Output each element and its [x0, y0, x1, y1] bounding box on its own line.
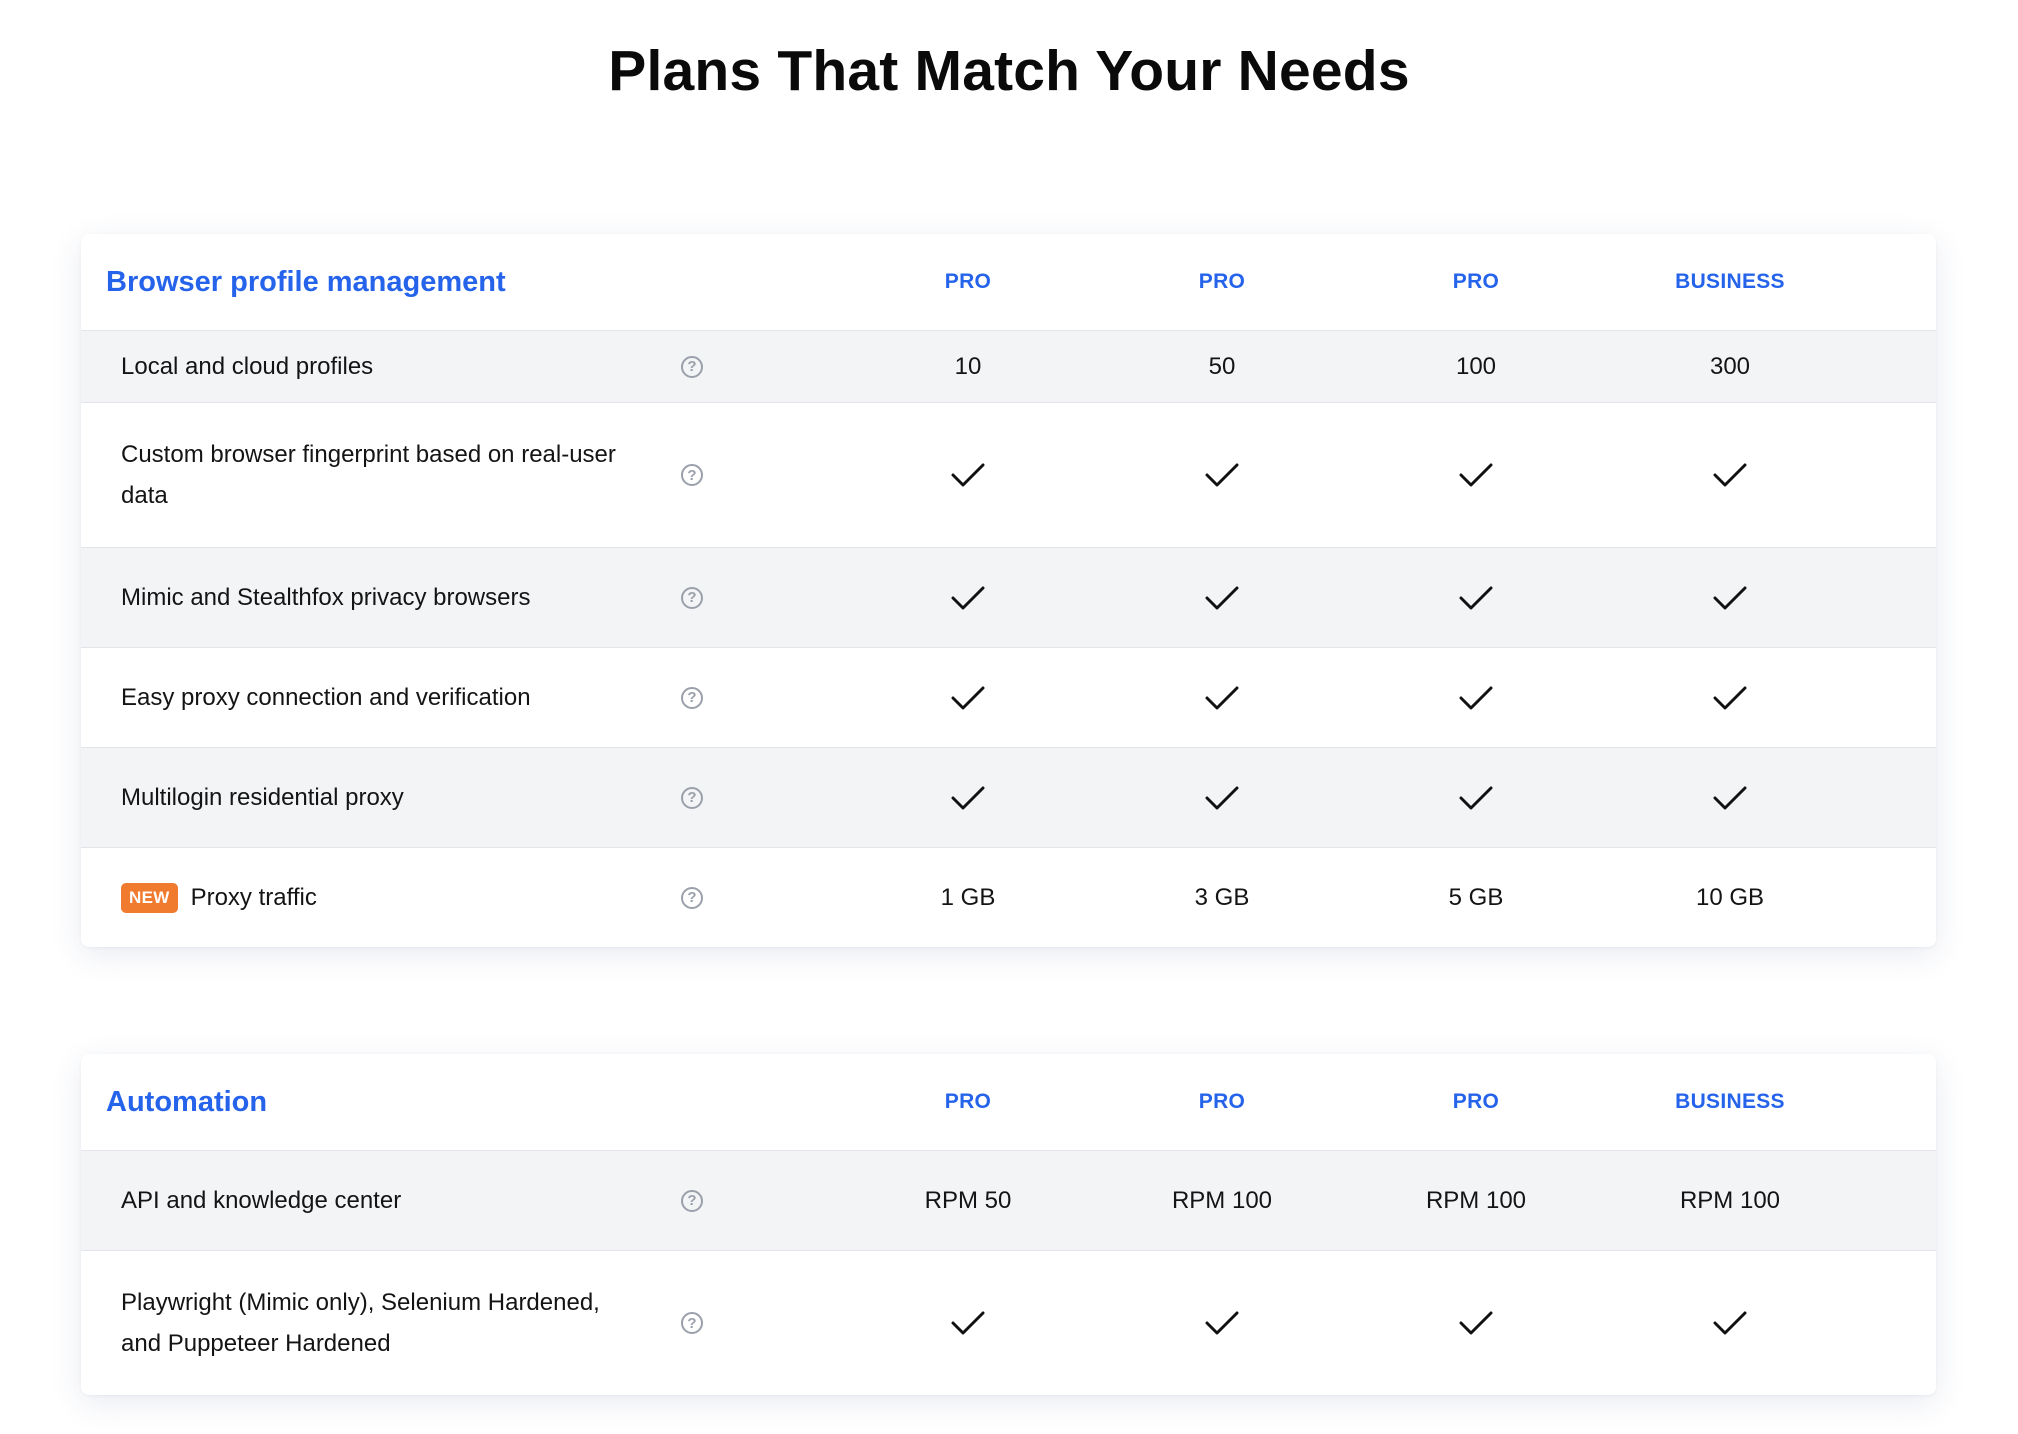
plan-value: 10 [954, 352, 982, 380]
section-automation: Automation PRO PRO PRO BUSINESS API and … [81, 1054, 1936, 1395]
table-row: Playwright (Mimic only), Selenium Harden… [81, 1250, 1936, 1395]
check-icon [1459, 786, 1493, 809]
check-icon [1459, 586, 1493, 609]
check-icon [1205, 1311, 1239, 1335]
plan-column-header: BUSINESS [1675, 270, 1785, 293]
help-circle-icon[interactable]: ? [681, 686, 703, 709]
section-title: Automation [106, 1085, 268, 1118]
check-icon [1713, 786, 1747, 809]
feature-label: Local and cloud profiles [121, 353, 374, 380]
help-circle-icon[interactable]: ? [681, 464, 703, 486]
section-browser-profile-management: Browser profile management PRO PRO PRO B… [81, 234, 1936, 947]
table-row: Easy proxy connection and verification ? [81, 647, 1936, 747]
table-row: Mimic and Stealthfox privacy browsers ? [81, 547, 1936, 647]
table-row: API and knowledge center ? RPM 50 RPM 10… [81, 1150, 1936, 1250]
plan-column-header: PRO [1452, 1090, 1500, 1113]
check-icon [1459, 686, 1493, 709]
check-icon [1459, 1311, 1493, 1335]
plan-column-header: PRO [944, 270, 992, 293]
new-badge: NEW [121, 882, 178, 913]
plan-value: 5 GB [1448, 883, 1504, 911]
check-icon [951, 586, 985, 609]
table-row: Multilogin residential proxy ? [81, 747, 1936, 847]
help-circle-icon[interactable]: ? [681, 586, 703, 609]
plan-value: 300 [1709, 352, 1751, 380]
check-icon [1205, 463, 1239, 487]
plan-value: 1 GB [940, 883, 996, 911]
check-icon [1713, 463, 1747, 487]
plan-value: 3 GB [1194, 883, 1250, 911]
help-circle-icon[interactable]: ? [681, 355, 703, 378]
help-circle-icon[interactable]: ? [681, 786, 703, 809]
check-icon [1205, 786, 1239, 809]
feature-label: Multilogin residential proxy [121, 784, 404, 811]
feature-label: Easy proxy connection and verification [121, 684, 531, 711]
plan-column-header: BUSINESS [1675, 1090, 1785, 1113]
plan-column-header: PRO [1198, 1090, 1246, 1113]
help-circle-icon[interactable]: ? [681, 1312, 703, 1334]
feature-label: API and knowledge center [121, 1187, 402, 1214]
plan-value: RPM 50 [924, 1186, 1012, 1214]
section-header: Automation PRO PRO PRO BUSINESS [81, 1054, 1936, 1150]
plan-column-header: PRO [1198, 270, 1246, 293]
table-row: NEW Proxy traffic ? 1 GB 3 GB 5 GB 10 GB [81, 847, 1936, 947]
section-title: Browser profile management [106, 265, 506, 298]
help-circle-icon[interactable]: ? [681, 886, 703, 909]
check-icon [1713, 586, 1747, 609]
table-row: Local and cloud profiles ? 10 50 100 300 [81, 330, 1936, 402]
section-header: Browser profile management PRO PRO PRO B… [81, 234, 1936, 330]
table-row: Custom browser fingerprint based on real… [81, 402, 1936, 547]
plan-value: 50 [1208, 352, 1236, 380]
feature-label: Mimic and Stealthfox privacy browsers [121, 584, 531, 611]
plan-column-header: PRO [1452, 270, 1500, 293]
plan-value: RPM 100 [1679, 1186, 1781, 1214]
check-icon [951, 686, 985, 709]
check-icon [951, 786, 985, 809]
check-icon [951, 463, 985, 487]
plan-value: 100 [1455, 352, 1497, 380]
feature-label: Proxy traffic [190, 884, 317, 911]
check-icon [1205, 586, 1239, 609]
check-icon [1713, 686, 1747, 709]
plan-value: RPM 100 [1425, 1186, 1527, 1214]
check-icon [1713, 1311, 1747, 1335]
plan-value: RPM 100 [1171, 1186, 1273, 1214]
check-icon [1459, 463, 1493, 487]
page-title: Plans That Match Your Needs [608, 39, 1410, 103]
check-icon [951, 1311, 985, 1335]
check-icon [1205, 686, 1239, 709]
plan-value: 10 GB [1695, 883, 1765, 911]
plan-column-header: PRO [944, 1090, 992, 1113]
help-circle-icon[interactable]: ? [681, 1189, 703, 1212]
